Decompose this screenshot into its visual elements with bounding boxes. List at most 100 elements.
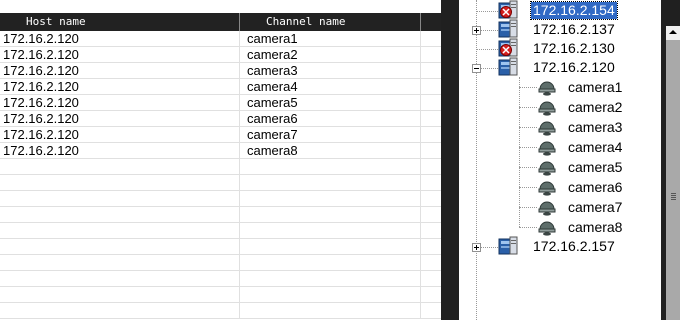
row-filler <box>421 287 441 303</box>
table-row[interactable] <box>0 207 441 223</box>
channel-name-cell <box>240 287 421 303</box>
tree-connector-line <box>519 227 537 228</box>
dome-camera-icon <box>537 118 557 140</box>
host-name-cell <box>0 271 240 287</box>
scrollbar-track[interactable] <box>666 40 680 320</box>
host-name-cell: 172.16.2.120 <box>0 79 240 95</box>
arrow-up-icon <box>669 30 677 34</box>
row-filler <box>421 255 441 271</box>
row-filler <box>421 127 441 143</box>
panel-divider <box>441 0 459 320</box>
tree-host-label[interactable]: 172.16.2.154 <box>530 1 618 20</box>
dome-camera-icon <box>537 178 557 200</box>
tree-camera-label[interactable]: camera7 <box>566 199 624 216</box>
host-name-cell <box>0 159 240 175</box>
dome-camera-icon <box>537 198 557 220</box>
row-filler <box>421 63 441 79</box>
dome-camera-icon <box>537 98 557 120</box>
channel-name-cell <box>240 239 421 255</box>
row-filler <box>421 111 441 127</box>
channel-name-cell <box>240 175 421 191</box>
column-header-channel-name[interactable]: Channel name <box>240 13 421 31</box>
collapse-icon[interactable] <box>472 64 481 73</box>
row-filler <box>421 191 441 207</box>
channel-name-cell <box>240 255 421 271</box>
table-row[interactable] <box>0 271 441 287</box>
host-name-cell <box>0 175 240 191</box>
table-row[interactable] <box>0 191 441 207</box>
tree-connector-line <box>519 107 537 108</box>
tree-camera-label[interactable]: camera2 <box>566 99 624 116</box>
device-tree: 172.16.2.154 172.16.2.137 172.16.2.130 172.… <box>459 0 661 320</box>
table-row[interactable]: 172.16.2.120 camera7 <box>0 127 441 143</box>
tree-connector-line <box>519 127 537 128</box>
row-filler <box>421 95 441 111</box>
table-row[interactable]: 172.16.2.120 camera5 <box>0 95 441 111</box>
host-name-cell <box>0 303 240 319</box>
row-filler <box>421 271 441 287</box>
tree-connector-line <box>519 207 537 208</box>
channel-name-cell <box>240 159 421 175</box>
table-row[interactable] <box>0 223 441 239</box>
expand-icon[interactable] <box>472 26 481 35</box>
tree-connector-line <box>519 147 537 148</box>
table-row[interactable] <box>0 287 441 303</box>
channel-name-cell: camera4 <box>240 79 421 95</box>
table-row[interactable] <box>0 239 441 255</box>
tree-camera-label[interactable]: camera6 <box>566 179 624 196</box>
table-row[interactable] <box>0 159 441 175</box>
table-row[interactable] <box>0 303 441 319</box>
channel-name-cell: camera1 <box>240 31 421 47</box>
host-name-cell: 172.16.2.120 <box>0 143 240 159</box>
table-body: 172.16.2.120 camera1 172.16.2.120 camera2 17… <box>0 31 441 320</box>
host-name-cell <box>0 191 240 207</box>
channel-name-cell <box>240 191 421 207</box>
tree-host-label[interactable]: 172.16.2.157 <box>531 238 617 255</box>
tree-camera-label[interactable]: camera5 <box>566 159 624 176</box>
scrollbar-grip-icon[interactable] <box>671 193 676 200</box>
host-online-icon <box>497 57 519 81</box>
table-row[interactable]: 172.16.2.120 camera2 <box>0 47 441 63</box>
row-filler <box>421 175 441 191</box>
channel-name-cell <box>240 223 421 239</box>
table-row[interactable]: 172.16.2.120 camera1 <box>0 31 441 47</box>
table-row[interactable] <box>0 175 441 191</box>
table-row[interactable]: 172.16.2.120 camera8 <box>0 143 441 159</box>
host-name-cell: 172.16.2.120 <box>0 111 240 127</box>
tree-camera-label[interactable]: camera3 <box>566 119 624 136</box>
host-name-cell: 172.16.2.120 <box>0 95 240 111</box>
host-name-cell <box>0 239 240 255</box>
tree-host-label[interactable]: 172.16.2.130 <box>531 40 617 57</box>
row-filler <box>421 47 441 63</box>
dome-camera-icon <box>537 78 557 100</box>
column-header-host-name[interactable]: Host name <box>0 13 240 31</box>
tree-camera-label[interactable]: camera1 <box>566 79 624 96</box>
column-header-filler <box>421 13 441 31</box>
row-filler <box>421 223 441 239</box>
table-row[interactable]: 172.16.2.120 camera6 <box>0 111 441 127</box>
table-row[interactable]: 172.16.2.120 camera4 <box>0 79 441 95</box>
channel-name-cell: camera3 <box>240 63 421 79</box>
host-name-cell <box>0 255 240 271</box>
tree-connector-line <box>519 167 537 168</box>
table-row[interactable]: 172.16.2.120 camera3 <box>0 63 441 79</box>
scroll-up-button[interactable] <box>666 26 680 40</box>
tree-camera-label[interactable]: camera4 <box>566 139 624 156</box>
host-name-cell <box>0 207 240 223</box>
host-name-cell: 172.16.2.120 <box>0 47 240 63</box>
tree-connector-line <box>519 87 537 88</box>
row-filler <box>421 31 441 47</box>
tree-connector-line <box>476 0 477 320</box>
table-row[interactable] <box>0 255 441 271</box>
tree-host-label[interactable]: 172.16.2.120 <box>531 59 617 76</box>
row-filler <box>421 159 441 175</box>
dome-camera-icon <box>537 138 557 160</box>
host-name-cell <box>0 287 240 303</box>
tree-connector-line <box>519 77 520 227</box>
tree-host-label[interactable]: 172.16.2.137 <box>531 21 617 38</box>
channel-name-cell: camera8 <box>240 143 421 159</box>
channel-name-cell <box>240 207 421 223</box>
expand-icon[interactable] <box>472 243 481 252</box>
tree-camera-label[interactable]: camera8 <box>566 219 624 236</box>
tree-connector-line <box>476 49 498 50</box>
